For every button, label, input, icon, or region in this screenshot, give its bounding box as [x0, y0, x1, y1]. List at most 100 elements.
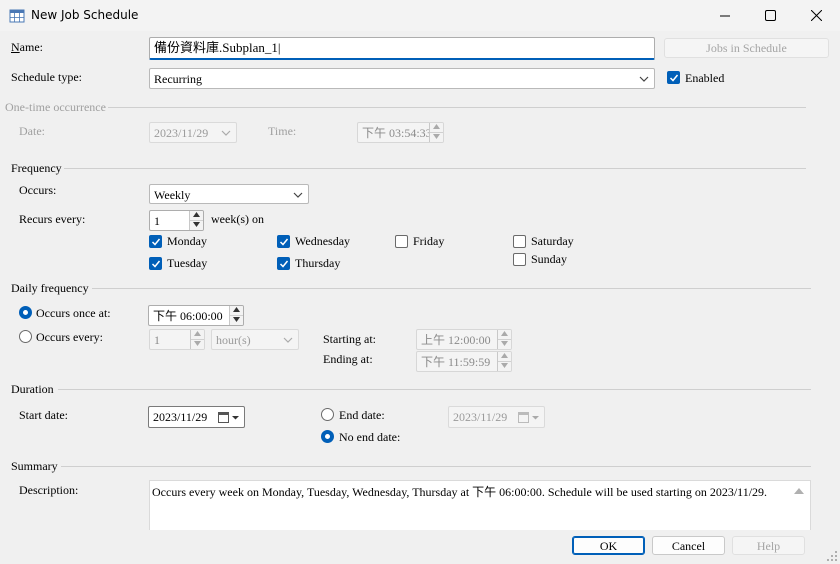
thursday-checkbox[interactable] — [277, 257, 290, 270]
friday-label: Friday — [413, 234, 445, 248]
tuesday-label: Tuesday — [167, 256, 208, 270]
occurs-every-value: 1 — [154, 333, 160, 347]
enabled-label: Enabled — [685, 71, 725, 85]
wednesday-label: Wednesday — [295, 234, 351, 248]
checkmark-icon — [279, 260, 289, 268]
chevron-down-icon — [283, 337, 293, 343]
description-value: Occurs every week on Monday, Tuesday, We… — [152, 485, 768, 499]
checkmark-icon — [279, 238, 289, 246]
end-date-label: End date: — [339, 408, 385, 422]
ending-at-input[interactable]: 下午 11:59:59 — [416, 351, 512, 372]
name-input[interactable]: 備份資料庫.Subplan_1| — [149, 37, 655, 60]
occurs-every-label: Occurs every: — [36, 330, 103, 344]
schedule-type-select[interactable]: Recurring — [149, 68, 655, 89]
jobs-in-schedule-button[interactable]: Jobs in Schedule — [664, 38, 829, 58]
one-time-section-title: One-time occurrence — [5, 100, 106, 114]
friday-checkbox[interactable] — [395, 235, 408, 248]
end-date-radio[interactable] — [321, 408, 334, 421]
chevron-down-icon — [639, 76, 649, 82]
one-time-date-picker[interactable]: 2023/11/29 — [149, 122, 237, 143]
resize-grip-icon[interactable] — [826, 550, 838, 562]
calendar-icon — [218, 412, 239, 423]
saturday-label: Saturday — [531, 234, 574, 248]
no-end-date-label: No end date: — [339, 430, 401, 444]
schedule-grid-icon — [9, 9, 25, 23]
starting-at-label: Starting at: — [323, 332, 376, 346]
spin-up-icon — [433, 124, 440, 130]
schedule-type-label: Schedule type: — [11, 70, 82, 84]
start-date-value: 2023/11/29 — [153, 410, 208, 424]
spin-up-icon — [193, 212, 200, 218]
spin-down-icon — [193, 222, 200, 228]
starting-at-input[interactable]: 上午 12:00:00 — [416, 329, 512, 350]
occurs-every-unit-value: hour(s) — [216, 333, 251, 347]
maximize-button[interactable] — [747, 0, 793, 31]
one-time-date-value: 2023/11/29 — [154, 126, 209, 140]
monday-label: Monday — [167, 234, 207, 248]
enabled-checkbox[interactable] — [667, 71, 680, 84]
starting-at-value: 上午 12:00:00 — [421, 333, 491, 347]
duration-section-title: Duration — [11, 382, 54, 396]
description-textarea[interactable]: Occurs every week on Monday, Tuesday, We… — [149, 480, 811, 530]
time-label: Time: — [268, 124, 297, 138]
no-end-date-radio[interactable] — [321, 430, 334, 443]
one-time-time-input[interactable]: 下午 03:54:33 — [357, 122, 444, 143]
saturday-checkbox[interactable] — [513, 235, 526, 248]
sunday-checkbox[interactable] — [513, 253, 526, 266]
occurs-value: Weekly — [154, 188, 191, 202]
start-date-label: Start date: — [19, 408, 68, 422]
start-date-picker[interactable]: 2023/11/29 — [148, 406, 245, 428]
chevron-down-icon — [293, 192, 303, 198]
once-time-spinner[interactable] — [229, 306, 243, 325]
monday-checkbox[interactable] — [149, 235, 162, 248]
checkmark-icon — [151, 238, 161, 246]
wednesday-checkbox[interactable] — [277, 235, 290, 248]
occurs-every-input[interactable]: 1 — [149, 329, 205, 350]
time-spinner[interactable] — [429, 123, 443, 142]
spin-down-icon — [501, 341, 508, 347]
section-divider — [64, 168, 806, 169]
ending-at-spinner[interactable] — [497, 352, 511, 371]
occurs-every-spinner[interactable] — [190, 330, 204, 349]
window-title: New Job Schedule — [31, 8, 139, 22]
calendar-icon — [518, 412, 539, 423]
minimize-button[interactable] — [702, 0, 748, 31]
occurs-every-unit-select[interactable]: hour(s) — [211, 329, 299, 350]
spin-up-icon — [233, 307, 240, 313]
recurs-every-label: Recurs every: — [19, 212, 86, 226]
close-icon — [810, 10, 822, 21]
occurs-every-radio[interactable] — [19, 330, 32, 343]
end-date-value: 2023/11/29 — [453, 410, 508, 424]
end-date-picker[interactable]: 2023/11/29 — [448, 406, 545, 428]
section-divider — [58, 389, 811, 390]
occurs-once-label: Occurs once at: — [36, 306, 111, 320]
spin-down-icon — [233, 317, 240, 323]
occurs-select[interactable]: Weekly — [149, 184, 309, 204]
spin-down-icon — [501, 363, 508, 369]
thursday-label: Thursday — [295, 256, 341, 270]
sunday-label: Sunday — [531, 252, 567, 266]
minimize-icon — [720, 15, 730, 16]
starting-at-spinner[interactable] — [497, 330, 511, 349]
recurs-spinner[interactable] — [189, 211, 203, 230]
daily-frequency-section-title: Daily frequency — [11, 281, 89, 295]
occurs-once-radio[interactable] — [19, 306, 32, 319]
ending-at-label: Ending at: — [323, 352, 373, 366]
help-button[interactable]: Help — [732, 536, 805, 555]
checkmark-icon — [151, 260, 161, 268]
ending-at-value: 下午 11:59:59 — [421, 355, 491, 369]
ok-button[interactable]: OK — [572, 536, 645, 555]
occurs-label: Occurs: — [19, 183, 57, 197]
date-label: Date: — [19, 124, 45, 138]
chevron-down-icon — [221, 130, 231, 136]
scroll-up-icon[interactable] — [794, 487, 804, 495]
tuesday-checkbox[interactable] — [149, 257, 162, 270]
occurs-once-time-input[interactable]: 下午 06:00:00 — [148, 305, 244, 326]
spin-up-icon — [501, 331, 508, 337]
recurs-every-input[interactable]: 1 — [149, 210, 204, 231]
frequency-section-title: Frequency — [11, 161, 62, 175]
spin-down-icon — [194, 341, 201, 347]
cancel-button[interactable]: Cancel — [652, 536, 725, 555]
close-button[interactable] — [793, 0, 839, 31]
occurs-once-time-value: 下午 06:00:00 — [153, 309, 223, 323]
